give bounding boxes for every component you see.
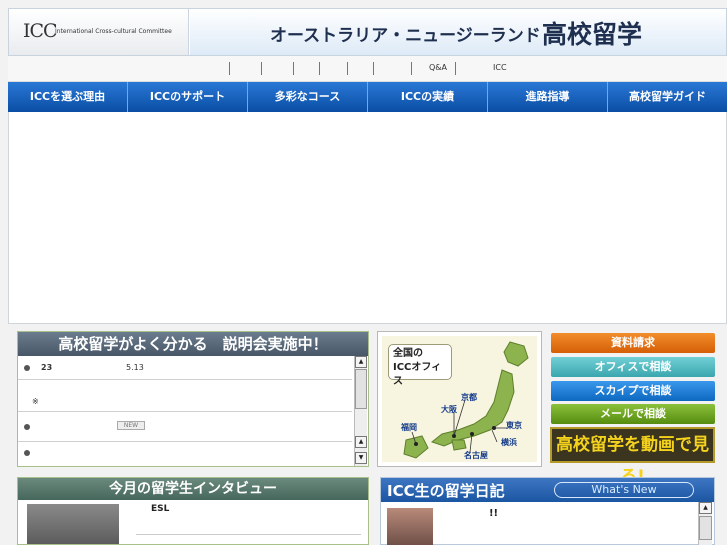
scroll-up-icon[interactable]: ▲ (699, 502, 712, 514)
map-title: 全国の ICCオフィス (388, 344, 452, 387)
new-badge: NEW (117, 421, 145, 430)
bullet-icon (24, 365, 30, 371)
separator (455, 62, 456, 75)
sub-links-bar: Q&A ICC (8, 56, 727, 82)
skype-consult-button[interactable]: スカイプで相談 (551, 381, 715, 401)
diary-title[interactable]: ICC生の留学日記 (387, 480, 505, 501)
diary-header: ICC生の留学日記 What's New (381, 478, 714, 502)
logo[interactable]: ICC International Cross-cultural Committ… (9, 9, 189, 55)
interview-text: ESL (151, 504, 170, 514)
seminar-day: 23 (41, 363, 53, 372)
header: ICC International Cross-cultural Committ… (8, 8, 727, 56)
diary-text: !! (489, 508, 499, 519)
map-title-line1: 全国の (393, 348, 423, 359)
separator (319, 62, 320, 75)
list-item[interactable]: ※ (18, 380, 352, 412)
seminar-date: 5.13 (126, 363, 144, 372)
separator (411, 62, 412, 75)
list-item[interactable]: 23 5.13 (18, 356, 352, 380)
scroll-down-icon[interactable]: ▼ (355, 452, 367, 464)
city-kyoto[interactable]: 京都 (461, 392, 477, 403)
nav-courses[interactable]: 多彩なコース (248, 82, 368, 112)
scroll-up-icon[interactable]: ▲ (355, 356, 367, 368)
seminar-scrollbar[interactable]: ▲ ▲ ▼ (354, 356, 367, 466)
logo-mark: ICC (23, 20, 58, 42)
city-nagoya[interactable]: 名古屋 (464, 450, 488, 461)
scroll-thumb[interactable] (699, 516, 712, 540)
seminar-note: ※ (32, 397, 39, 406)
seminar-panel: 高校留学がよく分かる 説明会実施中！ 23 5.13 ※ NEW ▲ ▲ ▼ (17, 331, 369, 467)
scroll-up-icon[interactable]: ▲ (355, 436, 367, 448)
nav-guide[interactable]: 高校留学ガイド (608, 82, 727, 112)
interview-panel: 今月の留学生インタビュー ESL (17, 477, 369, 545)
header-title-banner: オーストラリア・ニュージーランド 高校留学 (190, 9, 726, 55)
nav-why-icc[interactable]: ICCを選ぶ理由 (8, 82, 128, 112)
interview-title[interactable]: 今月の留学生インタビュー (18, 478, 368, 500)
office-consult-button[interactable]: オフィスで相談 (551, 357, 715, 377)
list-item[interactable]: NEW (18, 412, 352, 442)
city-yokohama[interactable]: 横浜 (501, 437, 517, 448)
page: ICC International Cross-cultural Committ… (0, 0, 727, 545)
list-item[interactable] (18, 442, 352, 464)
map-title-line2: ICCオフィス (393, 362, 442, 387)
bullet-icon (24, 450, 30, 456)
sublink-icc[interactable]: ICC (493, 63, 507, 72)
scroll-thumb[interactable] (355, 369, 367, 409)
video-button[interactable]: 高校留学を動画で見る! (550, 427, 715, 487)
seminar-title[interactable]: 高校留学がよく分かる 説明会実施中！ (18, 332, 368, 356)
map-area: 全国の ICCオフィス 京都 大阪 東京 福岡 横浜 名古屋 (382, 336, 537, 462)
sublink-qa[interactable]: Q&A (429, 63, 447, 72)
nav-achievements[interactable]: ICCの実績 (368, 82, 488, 112)
main-visual (8, 112, 727, 324)
request-materials-button[interactable]: 資料請求 (551, 333, 715, 353)
bullet-icon (24, 424, 30, 430)
city-tokyo[interactable]: 東京 (506, 420, 522, 431)
header-title: 高校留学 (542, 20, 643, 49)
separator (261, 62, 262, 75)
logo-text: International Cross-cultural Committee (55, 28, 172, 35)
header-subtitle: オーストラリア・ニュージーランド (270, 26, 541, 46)
office-map[interactable]: 全国の ICCオフィス 京都 大阪 東京 福岡 横浜 名古屋 (377, 331, 542, 467)
diary-panel: ICC生の留学日記 What's New !! ▲ (380, 477, 715, 545)
diary-photo[interactable] (387, 508, 433, 545)
separator (373, 62, 374, 75)
mail-consult-button[interactable]: メールで相談 (551, 404, 715, 424)
interview-photo[interactable] (27, 504, 119, 544)
nav-support[interactable]: ICCのサポート (128, 82, 248, 112)
separator (347, 62, 348, 75)
city-fukuoka[interactable]: 福岡 (401, 422, 417, 433)
main-nav: ICCを選ぶ理由 ICCのサポート 多彩なコース ICCの実績 進路指導 高校留… (8, 82, 727, 112)
diary-scrollbar[interactable]: ▲ (698, 502, 712, 545)
separator (293, 62, 294, 75)
whats-new-badge[interactable]: What's New (554, 482, 694, 498)
nav-career[interactable]: 進路指導 (488, 82, 608, 112)
seminar-list: 23 5.13 ※ NEW (18, 356, 352, 466)
city-osaka[interactable]: 大阪 (441, 404, 457, 415)
divider (136, 534, 361, 535)
separator (229, 62, 230, 75)
